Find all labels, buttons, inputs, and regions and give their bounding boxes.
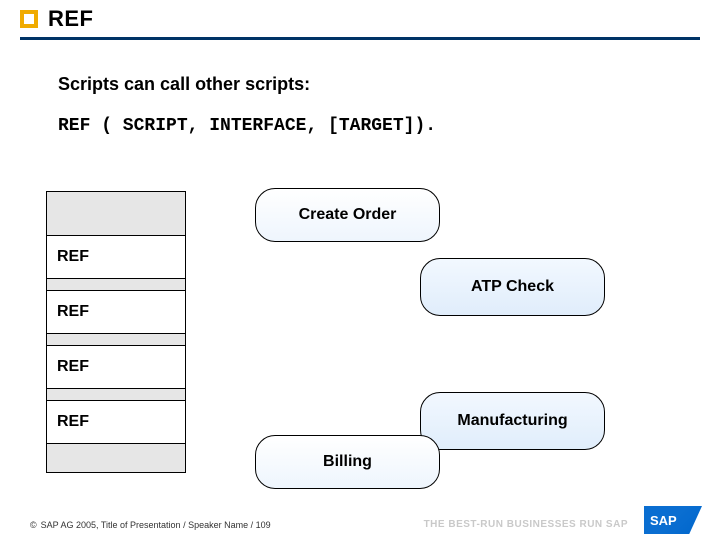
- sap-tagline: THE BEST-RUN BUSINESSES RUN SAP: [424, 519, 628, 530]
- bubble-label: Create Order: [299, 206, 397, 224]
- ref-cell-4: REF: [46, 400, 186, 444]
- footer-text: SAP AG 2005, Title of Presentation / Spe…: [41, 520, 271, 530]
- footer: © SAP AG 2005, Title of Presentation / S…: [30, 520, 271, 530]
- sap-logo: SAP: [644, 506, 702, 534]
- bubble-create-order: Create Order: [255, 188, 440, 242]
- bubble-billing: Billing: [255, 435, 440, 489]
- bubble-manufacturing: Manufacturing: [420, 392, 605, 450]
- title-bullet-icon: [20, 10, 38, 28]
- bubble-atp-check: ATP Check: [420, 258, 605, 316]
- ref-label: REF: [57, 248, 89, 266]
- ref-label: REF: [57, 358, 89, 376]
- ref-cell-2: REF: [46, 290, 186, 334]
- bubble-label: Manufacturing: [457, 412, 567, 430]
- ref-label: REF: [57, 413, 89, 431]
- subtitle: Scripts can call other scripts:: [58, 74, 310, 95]
- title-bar: REF: [20, 6, 700, 40]
- sap-logo-text: SAP: [650, 513, 677, 528]
- ref-cell-1: REF: [46, 235, 186, 279]
- bubble-label: ATP Check: [471, 278, 554, 296]
- bubble-label: Billing: [323, 453, 372, 471]
- ref-cell-3: REF: [46, 345, 186, 389]
- syntax-line: REF ( SCRIPT, INTERFACE, [TARGET]).: [58, 116, 436, 136]
- copyright-icon: ©: [30, 520, 37, 530]
- ref-label: REF: [57, 303, 89, 321]
- page-title: REF: [48, 6, 94, 32]
